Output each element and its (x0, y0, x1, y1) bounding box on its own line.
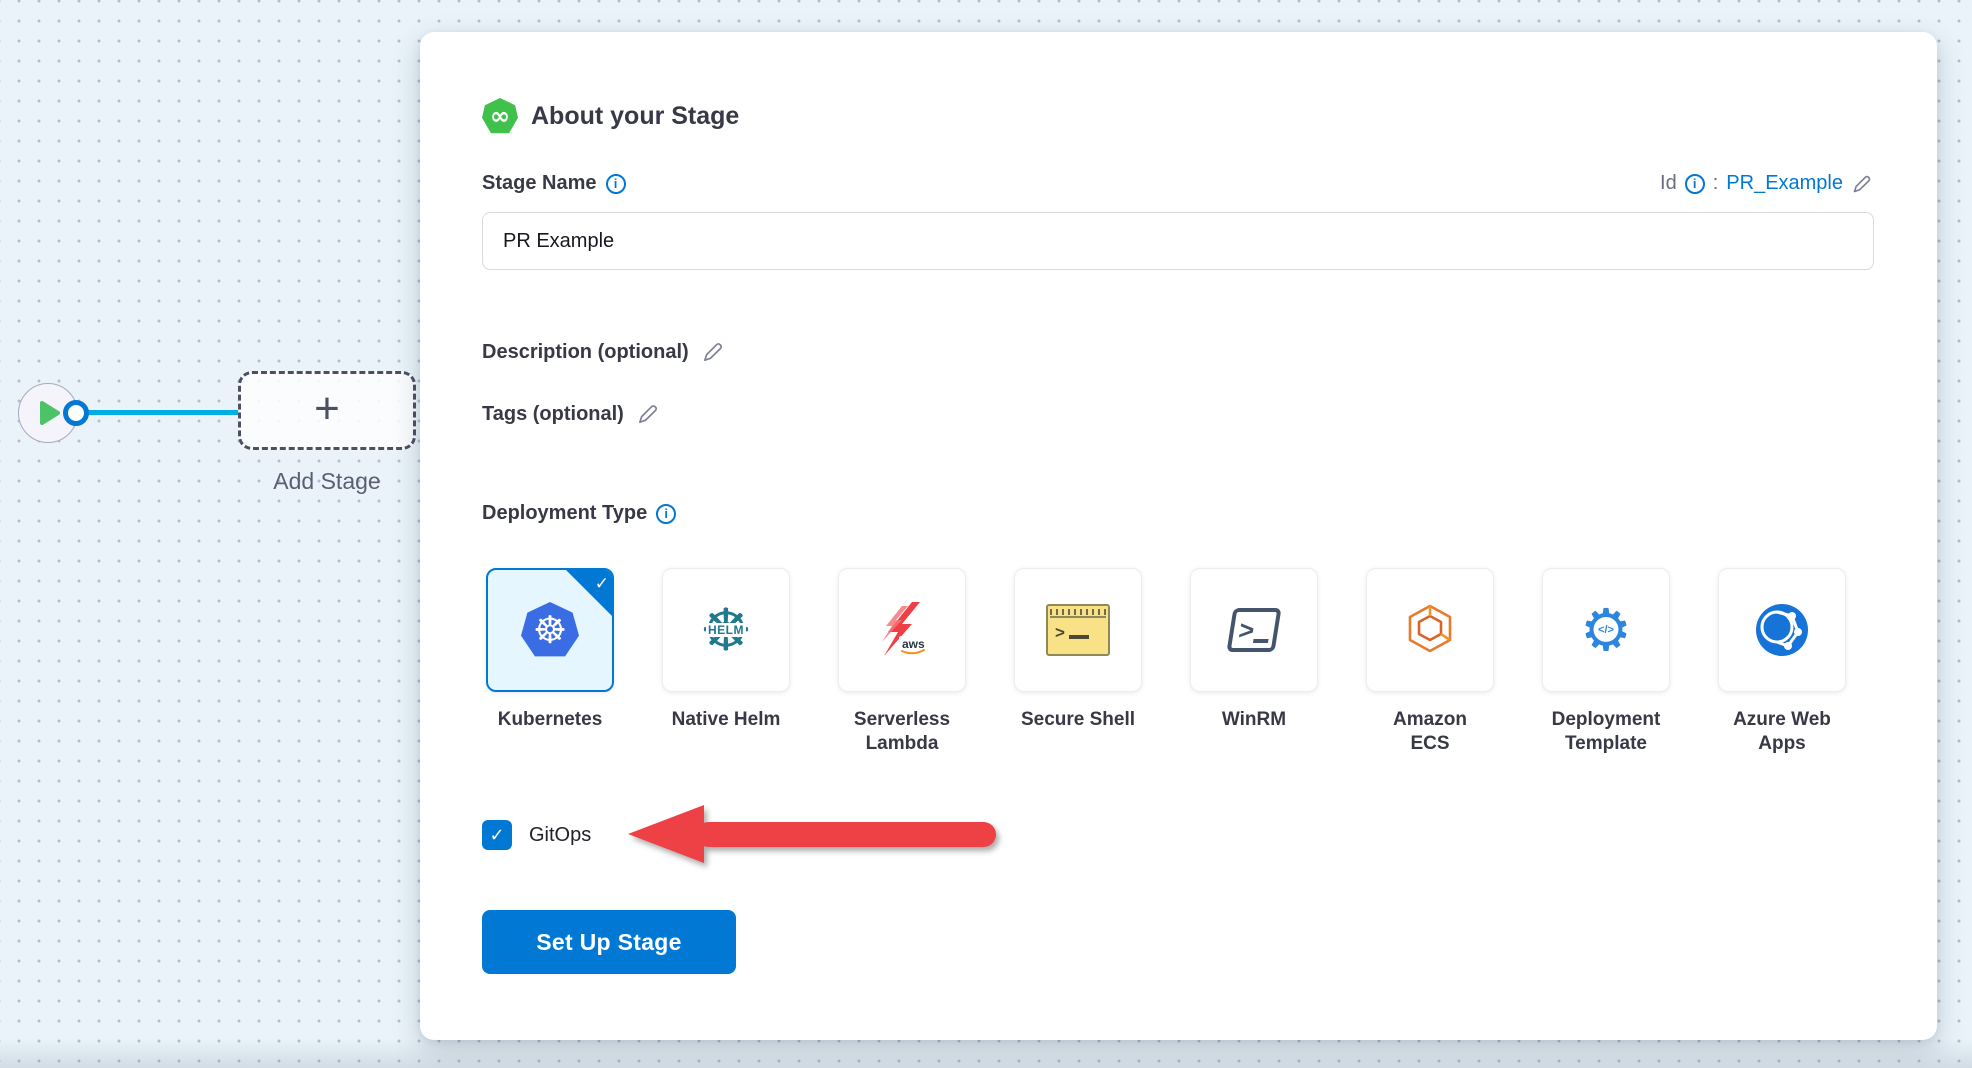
id-separator: : (1713, 172, 1719, 195)
stage-id-row: Id i : PR_Example (1660, 172, 1873, 195)
info-icon[interactable]: i (656, 504, 676, 524)
panel-header: ∞ About your Stage (482, 98, 739, 134)
edit-description-icon[interactable] (701, 340, 725, 364)
page-title: About your Stage (531, 102, 739, 131)
deployment-type-options: ☸ ✓ Kubernetes ☸ HELM Native Helm (486, 568, 1846, 756)
plus-icon: + (314, 387, 340, 431)
serverless-lambda-icon: aws (872, 600, 932, 660)
deployment-type-serverless-lambda[interactable]: aws Serverless Lambda (838, 568, 966, 756)
selected-check-icon: ✓ (566, 570, 612, 616)
gitops-checkbox[interactable]: ✓ (482, 820, 512, 850)
description-label: Description (optional) (482, 341, 689, 364)
pipeline-connector-line (76, 410, 240, 415)
deployment-type-deployment-template[interactable]: ⚙ </> Deployment Template (1542, 568, 1670, 756)
deployment-type-winrm[interactable]: > WinRM (1190, 568, 1318, 756)
amazon-ecs-icon (1401, 601, 1459, 659)
helm-icon: ☸ HELM (696, 600, 756, 660)
about-stage-panel: ∞ About your Stage Stage Name i Id i : P… (420, 32, 1937, 1040)
cd-pipeline-icon: ∞ (482, 98, 518, 134)
deployment-type-kubernetes[interactable]: ☸ ✓ Kubernetes (486, 568, 614, 756)
stage-name-input[interactable] (482, 212, 1874, 270)
add-stage-label: Add Stage (228, 468, 426, 495)
secure-shell-icon: > (1046, 604, 1110, 656)
edit-id-icon[interactable] (1851, 173, 1873, 195)
id-label: Id (1660, 172, 1677, 195)
deployment-type-native-helm[interactable]: ☸ HELM Native Helm (662, 568, 790, 756)
edit-tags-icon[interactable] (636, 402, 660, 426)
deployment-type-amazon-ecs[interactable]: Amazon ECS (1366, 568, 1494, 756)
canvas-bottom-shadow (0, 1038, 1972, 1068)
stage-id-value[interactable]: PR_Example (1726, 172, 1843, 195)
pipeline-link-node[interactable] (63, 400, 89, 426)
set-up-stage-button[interactable]: Set Up Stage (482, 910, 736, 974)
deployment-type-label: Deployment Type (482, 502, 647, 525)
svg-text:aws: aws (902, 637, 925, 651)
azure-web-apps-icon (1754, 602, 1810, 658)
deployment-template-icon: ⚙ </> (1576, 600, 1636, 660)
info-icon[interactable]: i (1685, 174, 1705, 194)
gitops-label: GitOps (529, 824, 591, 847)
add-stage-button[interactable]: + (238, 371, 416, 450)
tags-label: Tags (optional) (482, 403, 624, 426)
stage-name-row: Stage Name i Id i : PR_Example (482, 172, 1873, 195)
info-icon[interactable]: i (606, 174, 626, 194)
play-icon (40, 401, 60, 425)
winrm-icon: > (1227, 608, 1282, 652)
deployment-type-azure-web-apps[interactable]: Azure Web Apps (1718, 568, 1846, 756)
deployment-type-secure-shell[interactable]: > Secure Shell (1014, 568, 1142, 756)
annotation-arrow (626, 802, 1006, 866)
stage-name-label: Stage Name (482, 172, 597, 195)
